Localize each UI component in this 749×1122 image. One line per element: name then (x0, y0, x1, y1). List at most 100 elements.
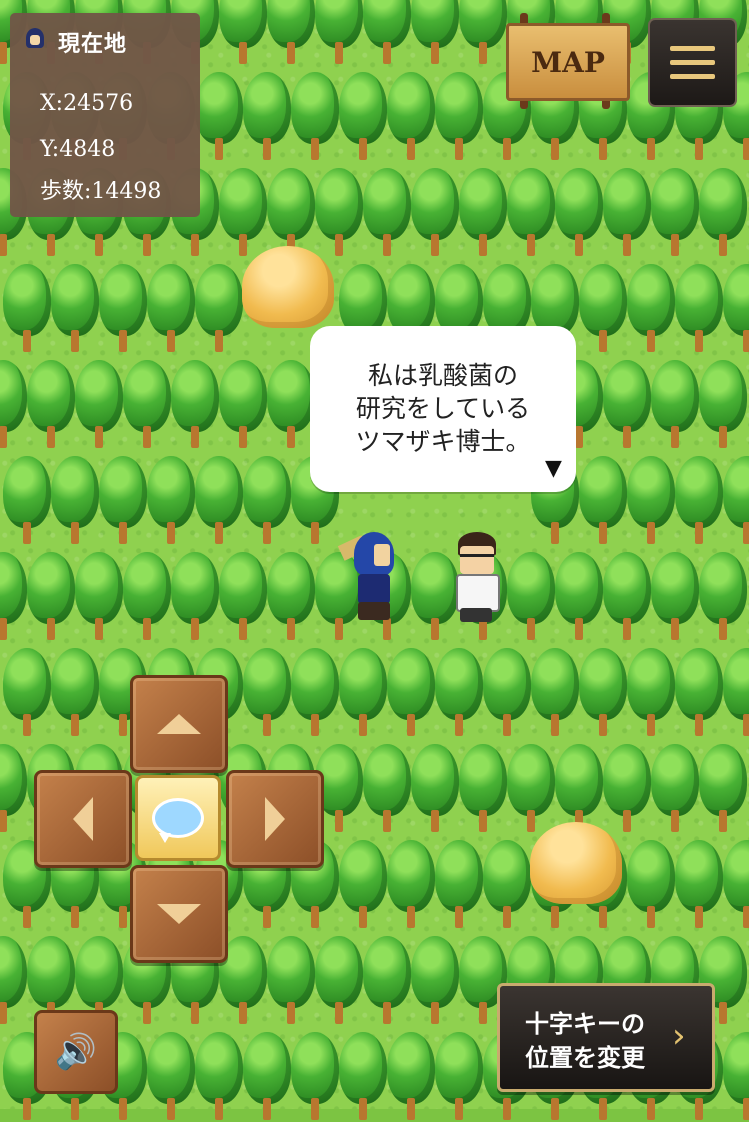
tree (144, 264, 198, 354)
dpad-down-button[interactable] (130, 865, 228, 963)
tree (504, 168, 558, 258)
tree (288, 648, 342, 738)
tree (648, 360, 702, 450)
tree (408, 0, 462, 66)
map-button-label: MAP (506, 23, 630, 101)
haystack (530, 822, 622, 904)
haystack (242, 246, 334, 328)
location-title: 現在地 (58, 32, 128, 57)
tree (336, 840, 390, 930)
x-coordinate: X:24576 (40, 91, 134, 116)
tree (432, 840, 486, 930)
tree (0, 648, 54, 738)
tree (216, 552, 270, 642)
tree (264, 936, 318, 1026)
tree (480, 648, 534, 738)
tree (528, 648, 582, 738)
tree (624, 648, 678, 738)
tree (672, 648, 726, 738)
tree (192, 72, 246, 162)
tree (408, 936, 462, 1026)
tree (264, 0, 318, 66)
tree (552, 168, 606, 258)
tree (720, 264, 749, 354)
tree (456, 744, 510, 834)
tree (672, 456, 726, 546)
tree (312, 168, 366, 258)
tree (168, 360, 222, 450)
tree (408, 168, 462, 258)
dialog-line: ツマザキ博士。 (355, 427, 531, 456)
arrow-up-icon (157, 714, 201, 734)
tree (576, 456, 630, 546)
change-dpad-label-line1: 十字キーの (525, 1010, 645, 1038)
tree (96, 264, 150, 354)
y-coordinate: Y:4848 (40, 137, 116, 162)
talk-button[interactable] (135, 775, 221, 861)
tree (96, 456, 150, 546)
tree (432, 72, 486, 162)
tree (624, 840, 678, 930)
tree (672, 840, 726, 930)
arrow-left-icon (73, 797, 93, 841)
tree (648, 552, 702, 642)
dpad-left-button[interactable] (34, 770, 132, 868)
tree (720, 456, 749, 546)
tree (720, 648, 749, 738)
tree (48, 264, 102, 354)
tree (72, 552, 126, 642)
speech-bubble-icon (152, 798, 204, 843)
tree (336, 72, 390, 162)
tree (72, 360, 126, 450)
tree (0, 456, 54, 546)
tree (576, 648, 630, 738)
player-avatar-icon (22, 26, 48, 58)
tree (192, 456, 246, 546)
tree (24, 552, 78, 642)
tree (240, 648, 294, 738)
dialog-line: 私は乳酸菌の (367, 361, 518, 390)
tree (456, 0, 510, 66)
arrow-down-icon (157, 904, 201, 924)
dialog-line: 研究をしている (355, 394, 531, 423)
arrow-right-icon (265, 797, 285, 841)
tree (672, 264, 726, 354)
tree (120, 552, 174, 642)
tree (384, 648, 438, 738)
tree (264, 168, 318, 258)
tree (336, 648, 390, 738)
dpad-right-button[interactable] (226, 770, 324, 868)
tree (144, 456, 198, 546)
continue-indicator-icon: ▼ (545, 456, 562, 481)
tree (360, 936, 414, 1026)
dialog-bubble[interactable]: 私は乳酸菌の 研究をしている ツマザキ博士。 ▼ (310, 326, 576, 492)
dialog-text: 私は乳酸菌の 研究をしている ツマザキ博士。 (310, 359, 576, 458)
dpad-up-button[interactable] (130, 675, 228, 773)
tree (720, 840, 749, 930)
change-dpad-position-button[interactable]: 十字キーの 位置を変更 › (497, 983, 715, 1092)
tree (48, 648, 102, 738)
speaker-icon: 🔊 (54, 1032, 98, 1072)
menu-button[interactable] (648, 18, 737, 107)
tree (48, 456, 102, 546)
location-panel: 現在地 X:24576 Y:4848 歩数:14498 (10, 13, 200, 217)
tree (384, 840, 438, 930)
tree (480, 840, 534, 930)
tree (600, 552, 654, 642)
tree (696, 552, 749, 642)
tree (216, 0, 270, 66)
map-button[interactable]: MAP (506, 13, 630, 109)
tree (648, 168, 702, 258)
tree (576, 264, 630, 354)
tree (648, 744, 702, 834)
player-character (337, 530, 402, 626)
sound-toggle-button[interactable]: 🔊 (34, 1010, 118, 1094)
tree (24, 360, 78, 450)
tree (504, 552, 558, 642)
tree (696, 168, 749, 258)
npc-doctor-tsumazaki[interactable] (444, 530, 506, 626)
tree (168, 552, 222, 642)
tree (360, 168, 414, 258)
step-count: 歩数:14498 (40, 179, 162, 204)
change-dpad-label-line2: 位置を変更 (525, 1044, 645, 1072)
